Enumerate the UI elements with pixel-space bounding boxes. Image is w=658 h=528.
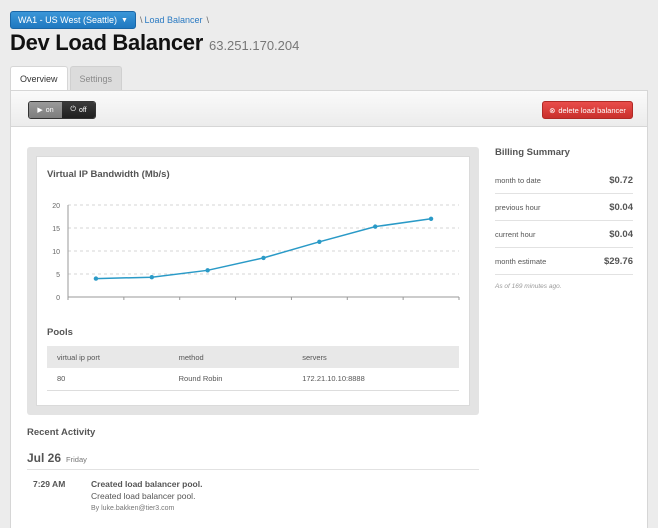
- activity-headline: Created load balancer pool.: [91, 479, 203, 489]
- region-label: WA1 - US West (Seattle): [18, 15, 118, 25]
- data-point: [317, 239, 322, 244]
- pools-header-servers: servers: [292, 346, 459, 368]
- page: WA1 - US West (Seattle) ▼ \ Load Balance…: [0, 0, 658, 528]
- power-toggle[interactable]: ▶ on ⏻ off: [28, 101, 96, 119]
- data-point: [428, 216, 434, 221]
- billing-label: current hour: [495, 229, 536, 239]
- billing-label: month estimate: [495, 256, 547, 266]
- billing-row: current hour $0.04: [495, 221, 633, 248]
- delete-circle-icon: ⊗: [549, 105, 556, 115]
- title-row: Dev Load Balancer 63.251.170.204: [10, 30, 299, 56]
- billing-title: Billing Summary: [495, 147, 570, 158]
- pools-header-method: method: [168, 346, 293, 368]
- divider: [27, 469, 479, 470]
- data-point: [205, 268, 210, 273]
- toggle-on-label: on: [45, 106, 54, 114]
- y-tick-label: 15: [52, 226, 60, 233]
- y-tick-label: 5: [56, 272, 60, 279]
- activity-weekday: Friday: [66, 455, 87, 464]
- billing-label: previous hour: [495, 202, 541, 212]
- pool-servers: 172.21.10.10:8888: [292, 368, 459, 391]
- billing-value: $0.04: [609, 228, 633, 240]
- ip-address: 63.251.170.204: [208, 38, 300, 53]
- y-tick-label: 0: [56, 295, 60, 302]
- billing-value: $0.04: [609, 201, 633, 213]
- billing-row: month to date $0.72: [495, 167, 633, 194]
- activity-time: 7:29 AM: [33, 479, 66, 489]
- y-tick-label: 10: [52, 249, 60, 256]
- chart-title: Virtual IP Bandwidth (Mb/s): [47, 169, 170, 180]
- billing-row: month estimate $29.76: [495, 248, 633, 275]
- activity-detail: Created load balancer pool.: [91, 491, 196, 501]
- main-panel: ▶ on ⏻ off ⊗ delete load balancer Virtua…: [10, 90, 648, 528]
- activity-day: Jul 26: [27, 451, 62, 465]
- billing-label: month to date: [495, 175, 541, 185]
- data-point: [149, 275, 154, 280]
- play-icon: ▶: [37, 107, 43, 114]
- data-point: [93, 276, 99, 281]
- billing-row: previous hour $0.04: [495, 194, 633, 221]
- billing-value: $29.76: [603, 255, 633, 267]
- breadcrumb-link-load-balancer[interactable]: Load Balancer: [144, 15, 202, 25]
- table-row[interactable]: 80 Round Robin 172.21.10.10:8888: [47, 368, 459, 391]
- region-dropdown[interactable]: WA1 - US West (Seattle) ▼: [10, 11, 136, 29]
- pools-table: virtual ip port method servers 80 Round …: [47, 346, 459, 391]
- caret-down-icon: ▼: [121, 16, 128, 24]
- bandwidth-chart: 05101520Jul 1Jul 2Jul 3Jul 4Jul 5Jul 6Ju…: [52, 203, 460, 302]
- delete-label: delete load balancer: [558, 105, 626, 115]
- toggle-off-button[interactable]: ⏻ off: [62, 102, 95, 118]
- pools-header-row: virtual ip port method servers: [47, 346, 459, 368]
- pool-port: 80: [47, 368, 169, 391]
- power-icon: ⏻: [70, 106, 76, 113]
- pools-header-port: virtual ip port: [47, 346, 169, 368]
- data-point: [261, 255, 266, 261]
- breadcrumb-separator: \: [139, 15, 143, 25]
- billing-summary: Billing Summary month to date $0.72 prev…: [495, 147, 633, 290]
- toolbar: ▶ on ⏻ off ⊗ delete load balancer: [11, 91, 647, 127]
- page-title: Dev Load Balancer: [10, 30, 203, 55]
- chart-card: Virtual IP Bandwidth (Mb/s) 05101520Jul …: [36, 156, 470, 406]
- pool-method: Round Robin: [168, 368, 293, 391]
- y-tick-label: 20: [52, 203, 60, 210]
- breadcrumb-separator: \: [206, 15, 210, 25]
- activity-date: Jul 26 Friday: [27, 451, 87, 465]
- delete-load-balancer-button[interactable]: ⊗ delete load balancer: [542, 101, 633, 119]
- activity-title: Recent Activity: [27, 427, 96, 438]
- chart-well: Virtual IP Bandwidth (Mb/s) 05101520Jul …: [27, 147, 479, 415]
- activity-author: By luke.bakken@tier3.com: [91, 505, 175, 512]
- breadcrumb: WA1 - US West (Seattle) ▼ \ Load Balance…: [10, 10, 211, 30]
- data-point: [373, 224, 378, 229]
- billing-timestamp: As of 169 minutes ago.: [495, 283, 562, 290]
- pools-title: Pools: [47, 327, 73, 338]
- tab-bar: Overview Settings: [10, 66, 123, 91]
- tab-overview[interactable]: Overview: [10, 66, 68, 91]
- toggle-on-button[interactable]: ▶ on: [29, 102, 62, 118]
- tab-settings[interactable]: Settings: [69, 66, 123, 90]
- billing-value: $0.72: [609, 174, 633, 186]
- toggle-off-label: off: [78, 106, 87, 114]
